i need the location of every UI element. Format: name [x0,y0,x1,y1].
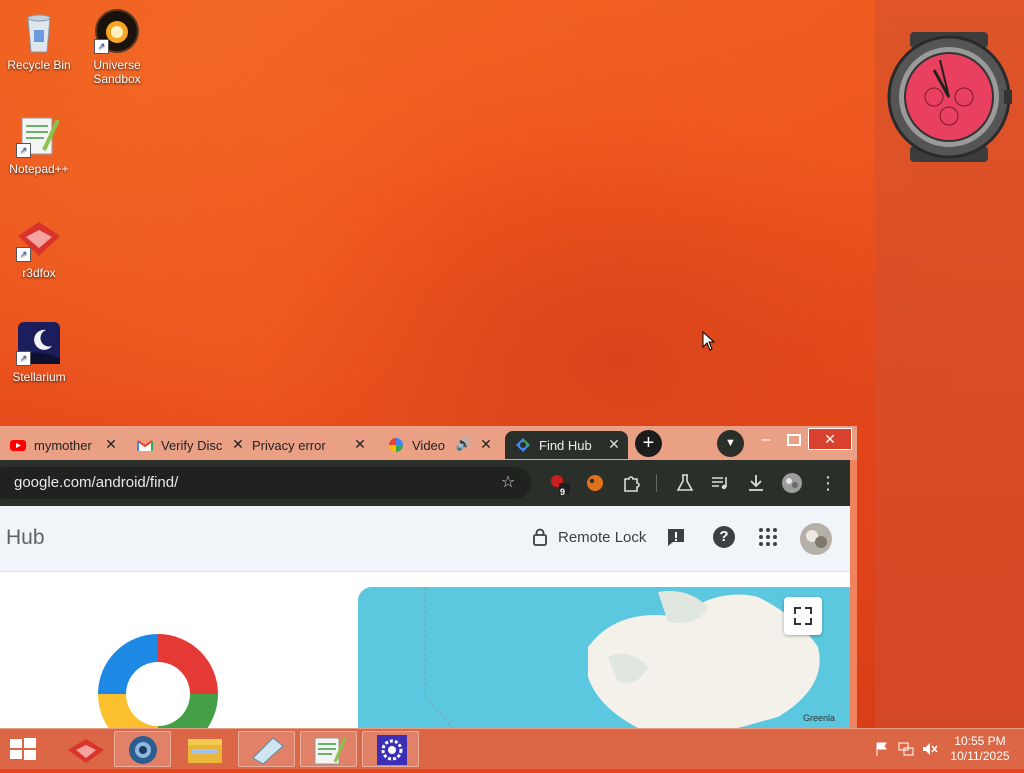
tab-title: Verify Disc [161,437,223,453]
close-tab-icon[interactable]: ✕ [230,436,246,453]
tab-strip: mymother ✕ Verify Disc ✕ Privacy error ✕… [0,426,857,460]
tab-title: Find Hub [539,437,592,453]
taskbar-browser[interactable] [114,731,171,767]
r3dfox-icon: ↗ [16,216,62,262]
taskbar-r3dfox[interactable] [58,731,115,767]
labs-flask-icon[interactable] [674,472,696,494]
gear-icon [377,735,407,765]
desktop-icon-label: Universe Sandbox [93,58,141,86]
taskbar-notepadpp[interactable] [300,731,357,767]
close-window-button[interactable]: ✕ [808,428,852,450]
browser-icon [129,736,157,764]
extension-red-icon[interactable]: 9 [548,472,570,497]
r3dfox-icon [68,739,104,763]
device-map[interactable]: Greenla [358,587,850,728]
tab-video[interactable]: Video 🔊 ✕ [388,431,500,459]
universe-sandbox-icon: ↗ [94,8,140,54]
page-header: Hub Remote Lock ? [0,506,850,572]
remote-lock-label: Remote Lock [558,528,647,546]
remote-lock-button[interactable]: Remote Lock [532,528,646,546]
desktop-icon-stellarium[interactable]: ↗ Stellarium [0,320,78,384]
map-region-label: Greenla [803,713,836,723]
desktop-icon-label: Notepad++ [9,162,69,176]
desktop-icon-label: Stellarium [12,370,66,384]
mouse-cursor [702,330,716,351]
tab-title: mymother [34,437,92,453]
gmail-icon [137,437,153,453]
apps-grid-icon[interactable] [757,526,779,548]
stellarium-icon: ↗ [16,320,62,366]
volume-muted-icon[interactable] [922,741,938,757]
minimize-button[interactable]: – [755,430,777,450]
speaker-icon[interactable]: 🔊 [456,436,472,452]
fullscreen-icon [794,607,812,625]
shortcut-arrow-icon: ↗ [16,143,31,158]
tab-search-dropdown-icon[interactable]: ▼ [717,430,744,457]
page-title: Hub [6,526,45,549]
shortcut-arrow-icon: ↗ [16,351,31,366]
pinwheel-icon [388,437,404,453]
close-tab-icon[interactable]: ✕ [352,436,368,453]
address-bar[interactable]: google.com/android/find/ [0,467,531,499]
notepadpp-icon [314,737,347,765]
shortcut-arrow-icon: ↗ [16,247,31,262]
extension-badge: 9 [560,487,566,497]
notepadpp-icon: ↗ [16,112,62,158]
maximize-icon [787,434,801,446]
desktop-icon-r3dfox[interactable]: ↗ r3dfox [0,216,78,280]
taskbar-settings[interactable] [362,731,419,767]
profile-avatar[interactable] [781,472,803,494]
bookmark-star-icon[interactable]: ☆ [497,472,519,494]
close-tab-icon[interactable]: ✕ [606,436,622,453]
tab-title: Video [412,437,446,453]
more-menu-icon[interactable]: ⋮ [817,472,839,494]
help-icon[interactable]: ? [713,526,735,548]
desktop-icon-recycle-bin[interactable]: Recycle Bin [0,8,78,72]
clock-time: 10:55 PM [954,734,1006,748]
account-avatar[interactable] [800,523,832,555]
find-hub-icon [515,437,531,453]
close-tab-icon[interactable]: ✕ [103,436,119,453]
page-content: Hub Remote Lock ? Greenla [0,506,850,728]
desktop-icon-label: Recycle Bin [7,58,71,72]
new-tab-button[interactable]: + [635,430,662,457]
tab-mymother[interactable]: mymother ✕ [10,431,125,459]
desktop-icon-universe-sandbox[interactable]: ↗ Universe Sandbox [78,8,156,86]
taskbar-file-explorer[interactable] [176,731,233,767]
tab-title: Privacy error [252,437,326,453]
shortcut-arrow-icon: ↗ [94,39,109,54]
system-clock[interactable]: 10:55 PM 10/11/2025 [944,734,1016,764]
media-queue-icon[interactable] [709,472,731,494]
clock-date: 10/11/2025 [950,749,1010,763]
taskbar: 10:55 PM 10/11/2025 [0,728,1024,769]
clock-gadget[interactable] [884,32,1014,162]
recycle-bin-icon [16,8,62,54]
tab-verify-disc[interactable]: Verify Disc ✕ [137,431,252,459]
feedback-icon[interactable] [665,526,687,548]
tab-privacy-error[interactable]: Privacy error ✕ [252,431,374,459]
url-text: google.com/android/find/ [14,474,179,491]
download-icon[interactable] [745,472,767,494]
youtube-icon [10,437,26,453]
tab-find-hub[interactable]: Find Hub ✕ [505,431,628,459]
action-center-flag-icon[interactable] [874,741,890,757]
network-icon[interactable] [898,741,914,757]
browser-window[interactable]: mymother ✕ Verify Disc ✕ Privacy error ✕… [0,426,857,728]
browser-toolbar: google.com/android/find/ ☆ 9 ⋮ [0,460,850,506]
maximize-button[interactable] [785,430,803,450]
extensions-puzzle-icon[interactable] [620,472,642,494]
extension-orange-icon[interactable] [584,472,606,494]
windows-logo-icon [10,738,36,760]
desktop-icon-notepadpp[interactable]: ↗ Notepad++ [0,112,78,176]
notebook-icon [252,737,284,765]
desktop-icon-label: r3dfox [22,266,56,280]
close-tab-icon[interactable]: ✕ [478,436,494,453]
lock-icon [533,528,547,546]
toolbar-divider [656,474,657,492]
folder-icon [188,739,222,763]
start-button[interactable] [8,737,38,761]
find-hub-logo [98,634,218,728]
fullscreen-button[interactable] [784,597,822,635]
taskbar-notes[interactable] [238,731,295,767]
